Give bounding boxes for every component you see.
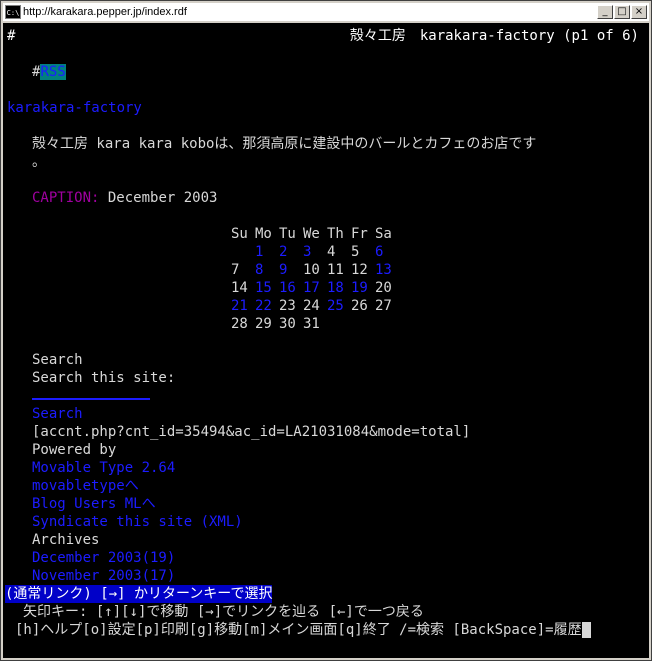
link-status-line: (通常リンク) [→] かリターンキーで選択	[5, 585, 273, 603]
movabletype-link[interactable]: movabletypeへ	[32, 477, 139, 495]
weekday-label: Su	[231, 226, 248, 242]
powered-by-label: Powered by	[32, 442, 117, 458]
calendar-week-row: 21 22 23 24 25 26 27	[231, 297, 399, 315]
calendar-week-row: 14 15 16 17 18 19 20	[231, 279, 399, 297]
help-line-2-text: [h]ヘルプ[o]設定[p]印刷[g]移動[m]メイン画面[q]終了 /=検索 …	[15, 622, 582, 638]
calendar-day-link[interactable]: 8	[255, 261, 279, 279]
terminal-viewport[interactable]: # 殻々工房 karakara-factory (p1 of 6) #RSS k…	[3, 23, 649, 658]
site-title-link[interactable]: karakara-factory	[7, 99, 142, 117]
calendar-day-link[interactable]: 21	[231, 297, 255, 315]
search-heading: Search	[32, 352, 83, 368]
archive-november-link[interactable]: November 2003(17)	[32, 567, 175, 585]
caption-value: December 2003	[99, 190, 218, 206]
calendar-day: 26	[351, 298, 368, 314]
maximize-button[interactable]: □	[614, 5, 630, 19]
calendar-day-link[interactable]: 18	[327, 279, 351, 297]
calendar-caption: CAPTION: December 2003	[32, 189, 217, 207]
rss-link[interactable]: RSS	[40, 64, 66, 80]
calendar-day: 14	[231, 280, 248, 296]
calendar-day: 29	[255, 316, 272, 332]
calendar-day-link[interactable]: 17	[303, 279, 327, 297]
calendar-day: 24	[303, 298, 320, 314]
calendar-day: 28	[231, 316, 248, 332]
minimize-button[interactable]: _	[597, 5, 613, 19]
syndicate-link[interactable]: Syndicate this site (XML)	[32, 513, 243, 531]
calendar-day-link[interactable]: 16	[279, 279, 303, 297]
window-title: http://karakara.pepper.jp/index.rdf	[23, 6, 187, 18]
archives-heading: Archives	[32, 532, 100, 548]
search-input[interactable]	[32, 387, 150, 405]
calendar-day: 4	[327, 244, 336, 260]
calendar-day: 7	[231, 262, 240, 278]
description-line-2: 。	[32, 154, 46, 170]
blog-users-link[interactable]: Blog Users MLへ	[32, 495, 156, 513]
counter-link[interactable]: [accnt.php?cnt_id=35494&ac_id=LA21031084…	[32, 423, 470, 441]
weekday-label: Fr	[351, 226, 368, 242]
title-bar[interactable]: C:\ http://karakara.pepper.jp/index.rdf …	[3, 3, 649, 21]
search-button[interactable]: Search	[32, 405, 83, 423]
rss-line: #RSS	[32, 63, 66, 81]
weekday-label: Th	[327, 226, 344, 242]
calendar-weekday-row: Su Mo Tu We Th Fr Sa	[231, 225, 399, 243]
header-hash: #	[7, 28, 16, 44]
weekday-label: We	[303, 226, 320, 242]
calendar-day-link[interactable]: 13	[375, 261, 399, 279]
calendar-day: 5	[351, 244, 360, 260]
app-window: C:\ http://karakara.pepper.jp/index.rdf …	[0, 0, 652, 661]
calendar-day-link[interactable]: 6	[375, 243, 399, 261]
weekday-label: Sa	[375, 226, 392, 242]
weekday-label: Mo	[255, 226, 272, 242]
page-header: 殻々工房 karakara-factory (p1 of 6)	[349, 28, 639, 44]
calendar-day-link[interactable]: 2	[279, 243, 303, 261]
calendar-day-link[interactable]: 9	[279, 261, 303, 279]
calendar-week-row: 123456	[231, 243, 399, 261]
calendar-day-link[interactable]: 19	[351, 279, 375, 297]
calendar-day-link[interactable]: 3	[303, 243, 327, 261]
calendar-day-link[interactable]: 15	[255, 279, 279, 297]
calendar-day: 11	[327, 262, 344, 278]
archive-december-link[interactable]: December 2003(19)	[32, 549, 175, 567]
close-button[interactable]: ×	[631, 5, 647, 19]
help-line-1: 矢印キー: [↑][↓]で移動 [→]でリンクを辿る [←]で一つ戻る	[23, 604, 424, 620]
description-line-1: 殻々工房 kara kara koboは、那須高原に建設中のバールとカフェのお店…	[32, 136, 537, 152]
calendar-day-link[interactable]: 22	[255, 297, 279, 315]
calendar-day: 10	[303, 262, 320, 278]
search-prompt: Search this site:	[32, 370, 176, 386]
calendar-day: 27	[375, 298, 392, 314]
movable-type-link[interactable]: Movable Type 2.64	[32, 459, 175, 477]
calendar-day: 31	[303, 316, 320, 332]
calendar-week-row: 28 29 30 31	[231, 315, 399, 333]
calendar-day: 23	[279, 298, 296, 314]
weekday-label: Tu	[279, 226, 296, 242]
help-line-2: [h]ヘルプ[o]設定[p]印刷[g]移動[m]メイン画面[q]終了 /=検索 …	[15, 621, 591, 639]
calendar-day-link[interactable]: 1	[255, 243, 279, 261]
terminal-icon[interactable]: C:\	[5, 5, 21, 19]
text-cursor	[581, 622, 591, 638]
calendar-day: 12	[351, 262, 368, 278]
calendar-week-row: 7 8 9 10 11 12 13	[231, 261, 399, 279]
calendar-day: 20	[375, 280, 392, 296]
calendar-day-link[interactable]: 25	[327, 297, 351, 315]
caption-label: CAPTION:	[32, 190, 100, 206]
calendar-day: 30	[279, 316, 296, 332]
